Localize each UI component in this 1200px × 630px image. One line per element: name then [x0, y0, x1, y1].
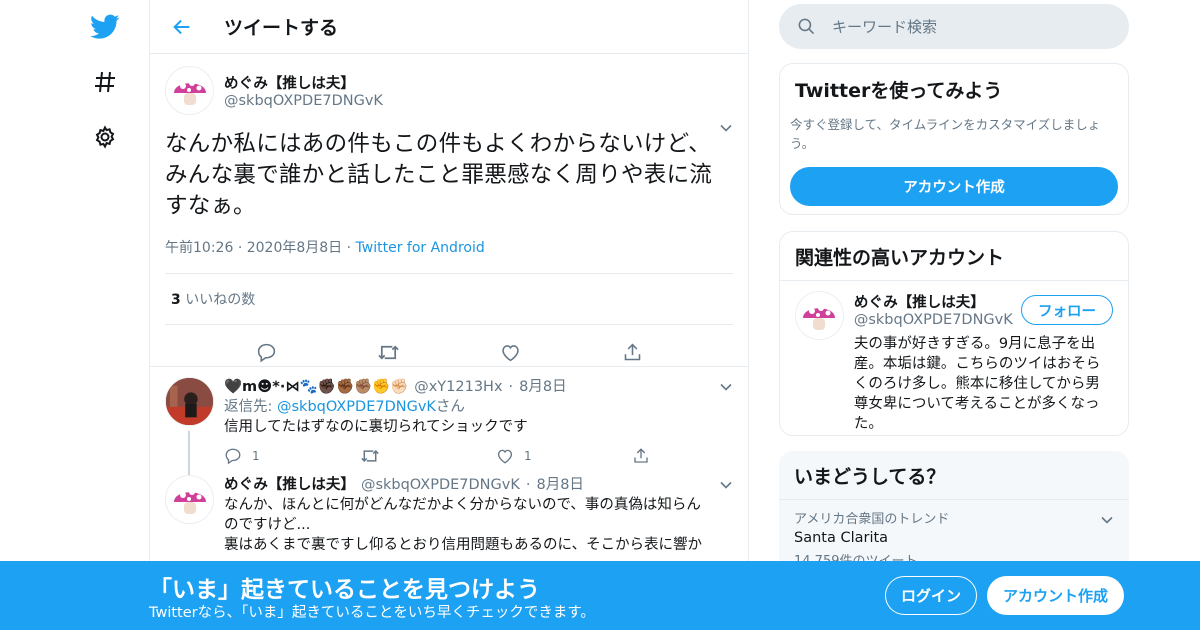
like-stats[interactable]: 3 いいねの数 — [165, 274, 733, 325]
login-button[interactable]: ログイン — [885, 576, 977, 615]
reply-author-name[interactable]: 🖤m☻*·⋈🐾✊🏿✊🏾✊🏽✊✊🏻 — [224, 377, 408, 397]
related-bio: 夫の事が好きすぎる。9月に息子を出産。本垢は鍵。こちらのツイはおそらくのろけ多し… — [853, 336, 1101, 432]
reply-icon — [225, 448, 241, 465]
retweet-button[interactable] — [360, 447, 496, 465]
reply-button[interactable]: 1 — [224, 447, 360, 465]
tweet-actions — [165, 325, 733, 367]
signup-button[interactable]: アカウント作成 — [987, 576, 1124, 615]
like-count: 3 — [171, 292, 181, 308]
chevron-down-icon[interactable] — [719, 120, 733, 139]
author-handle[interactable]: @skbqOXPDE7DNGvK — [224, 93, 383, 109]
main-tweet: めぐみ【推しは夫】 @skbqOXPDE7DNGvK なんか私にはあの件もこの件… — [150, 54, 748, 367]
follow-button[interactable]: フォロー — [1021, 295, 1113, 325]
share-icon — [634, 448, 648, 463]
share-button[interactable] — [632, 447, 748, 465]
reply-text: 信用してたはずなのに裏切られてショックです — [224, 419, 528, 435]
retweet-icon[interactable] — [366, 337, 410, 367]
twitter-logo-icon[interactable] — [80, 5, 130, 49]
reply-icon[interactable] — [244, 337, 288, 367]
reply-text-line: 裏はあくまで裏ですし仰るとおり信用問題もあるのに、そこから表に響か — [224, 537, 703, 553]
main-column: ツイートする めぐみ【推しは夫】 @skbqOXPDE7DNGvK なんか私には… — [149, 0, 749, 630]
trend-name: Santa Clarita — [794, 530, 889, 546]
trend-context: アメリカ合衆国のトレンド — [794, 512, 950, 527]
reply-author-name[interactable]: めぐみ【推しは夫】 — [224, 475, 355, 495]
reply-to-suffix: さん — [435, 399, 465, 415]
reply-tweet[interactable]: めぐみ【推しは夫】 @skbqOXPDE7DNGvK · 8月8日 なんか、ほん… — [150, 471, 748, 561]
reply-author-handle[interactable]: @skbqOXPDE7DNGvK — [361, 475, 520, 495]
avatar[interactable] — [165, 66, 214, 115]
like-count: 1 — [524, 449, 532, 463]
heart-icon — [497, 449, 513, 464]
banner-title: 「いま」起きていることを見つけよう — [149, 577, 540, 603]
signup-card-desc: 今すぐ登録して、タイムラインをカスタマイズしましょう。 — [790, 117, 1101, 151]
related-account[interactable]: めぐみ【推しは夫】 @skbqOXPDE7DNGvK 夫の事が好きすぎる。9月に… — [780, 281, 1128, 435]
meta-separator: · — [237, 240, 247, 256]
chevron-down-icon[interactable] — [1100, 512, 1114, 531]
like-button[interactable]: 1 — [496, 447, 632, 465]
gear-icon[interactable] — [80, 115, 130, 159]
search-placeholder: キーワード検索 — [832, 18, 938, 36]
meta-separator: · — [508, 379, 514, 395]
signup-banner: 「いま」起きていることを見つけよう Twitterなら、「いま」起きていることを… — [0, 561, 1200, 630]
reply-text-line: のですけど... — [224, 517, 311, 533]
tweet-source[interactable]: Twitter for Android — [356, 240, 485, 256]
meta-separator: · — [525, 477, 531, 493]
retweet-icon — [361, 450, 379, 462]
related-accounts-card: 関連性の高いアカウント めぐみ【推しは夫】 @skbqOXPDE7DNGvK 夫… — [779, 231, 1129, 436]
meta-separator: · — [346, 240, 356, 256]
chevron-down-icon[interactable] — [719, 477, 733, 496]
related-title: 関連性の高いアカウント — [780, 232, 1128, 281]
avatar[interactable] — [165, 377, 214, 426]
tweet-text: なんか私にはあの件もこの件もよくわからないけど、みんな裏で誰かと話したこと罪悪感… — [165, 131, 713, 219]
tweet-meta: 午前10:26 · 2020年8月8日 · Twitter for Androi… — [165, 237, 733, 274]
reply-count: 1 — [252, 449, 260, 463]
chevron-down-icon[interactable] — [719, 379, 733, 398]
create-account-button[interactable]: アカウント作成 — [790, 167, 1118, 206]
like-label: いいねの数 — [185, 292, 256, 308]
related-handle[interactable]: @skbqOXPDE7DNGvK — [854, 312, 1014, 328]
mushroom-icon — [173, 79, 206, 105]
reply-time[interactable]: 8月8日 — [519, 377, 566, 397]
reply-text-line: なんか、ほんとに何がどんなだかよく分からないので、事の真偽は知らん — [224, 497, 701, 513]
signup-card-title: Twitterを使ってみよう — [795, 80, 1003, 102]
banner-subtitle: Twitterなら、「いま」起きていることをいち早くチェックできます。 — [149, 605, 595, 621]
hashtag-icon[interactable] — [80, 60, 130, 104]
avatar[interactable] — [165, 475, 214, 524]
avatar-photo-icon — [166, 378, 213, 425]
trends-title: いまどうしてる？ — [779, 451, 1129, 500]
search-input[interactable]: キーワード検索 — [779, 4, 1129, 49]
reply-to-prefix: 返信先: — [224, 399, 277, 415]
reply-tweet[interactable]: 🖤m☻*·⋈🐾✊🏿✊🏾✊🏽✊✊🏻 @xY1213Hx · 8月8日 返信先: @… — [150, 367, 748, 489]
signup-card: Twitterを使ってみよう 今すぐ登録して、タイムラインをカスタマイズしましょ… — [779, 63, 1129, 215]
page-title: ツイートする — [224, 17, 339, 39]
search-icon — [798, 18, 815, 35]
reply-to: 返信先: @skbqOXPDE7DNGvKさん — [224, 397, 748, 417]
reply-author-handle[interactable]: @xY1213Hx — [414, 377, 502, 397]
mushroom-icon — [173, 488, 206, 514]
header-bar: ツイートする — [150, 0, 748, 54]
reply-actions: 1 1 — [224, 447, 748, 465]
reply-time[interactable]: 8月8日 — [536, 475, 583, 495]
author-name[interactable]: めぐみ【推しは夫】 — [224, 72, 383, 93]
tweet-time[interactable]: 午前10:26 — [165, 240, 233, 256]
mushroom-icon — [803, 304, 836, 330]
reply-to-handle[interactable]: @skbqOXPDE7DNGvK — [277, 399, 436, 415]
heart-icon[interactable] — [488, 337, 532, 367]
back-arrow-icon[interactable] — [162, 7, 202, 47]
tweet-date[interactable]: 2020年8月8日 — [247, 240, 342, 256]
avatar[interactable] — [795, 291, 844, 340]
share-icon[interactable] — [610, 337, 654, 367]
page-root: ツイートする めぐみ【推しは夫】 @skbqOXPDE7DNGvK なんか私には… — [0, 0, 1200, 630]
